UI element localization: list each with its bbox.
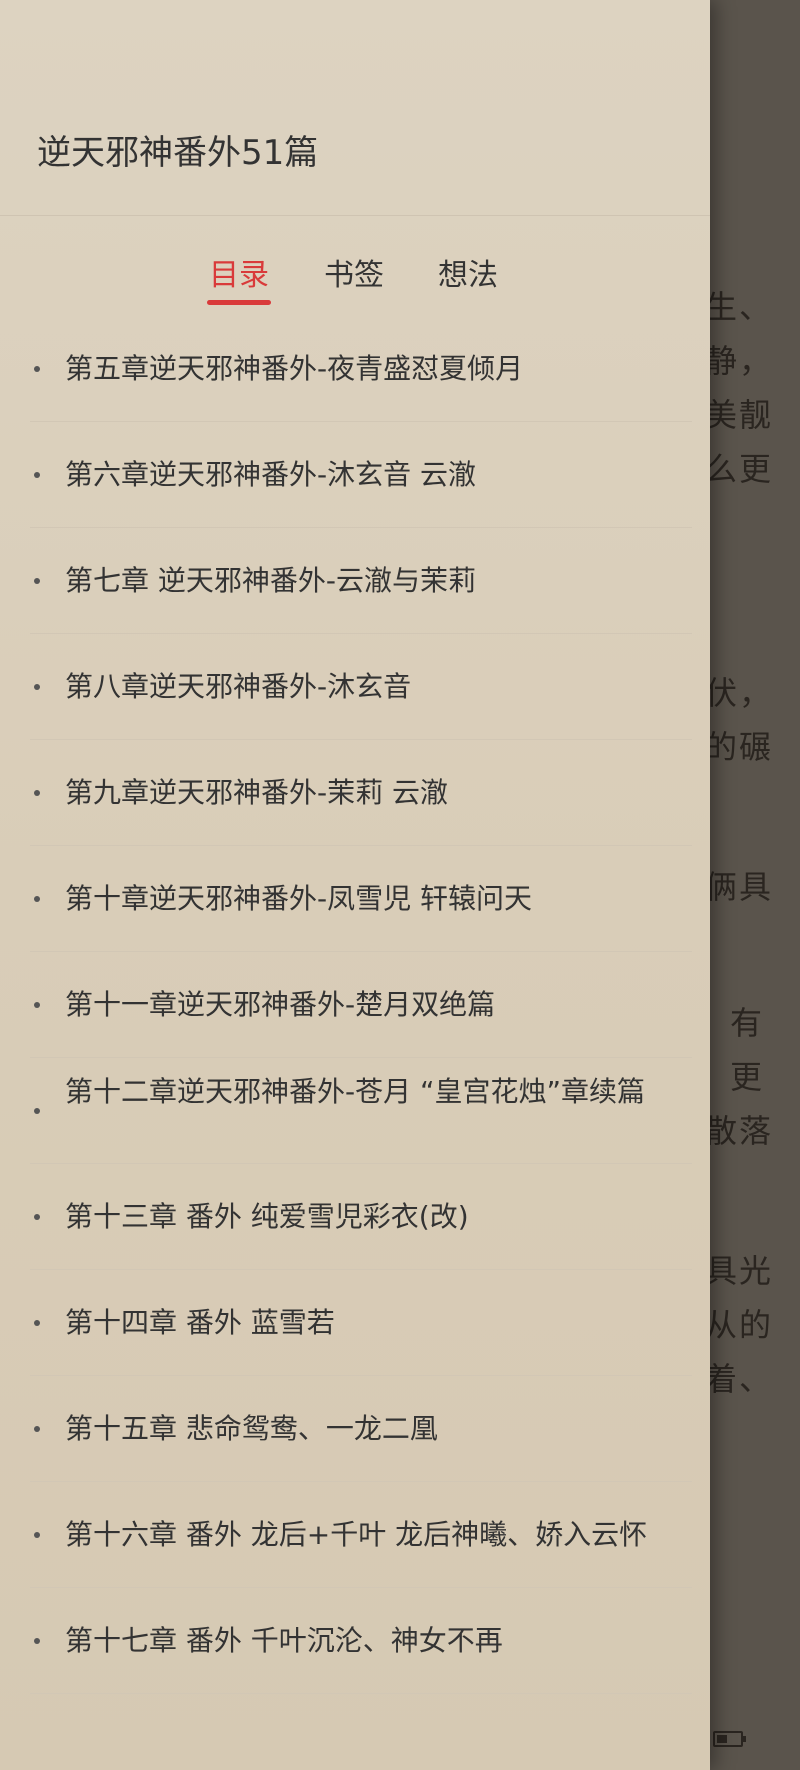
tab-bookmarks[interactable]: 书签 — [324, 250, 384, 294]
bullet-icon — [34, 790, 40, 796]
bullet-icon — [34, 1214, 40, 1220]
chapter-title: 第十章逆天邪神番外-凤雪児 轩辕问天 — [65, 882, 533, 915]
chapter-item[interactable]: 第七章 逆天邪神番外-云澈与茉莉 — [0, 528, 710, 634]
reader-text-line: 伏， — [705, 674, 774, 712]
chapter-item[interactable]: 第十六章 番外 龙后+千叶 龙后神曦、娇入云怀 — [0, 1482, 710, 1588]
chapter-title: 第五章逆天邪神番外-夜青盛怼夏倾月 — [65, 352, 524, 385]
chapter-item[interactable]: 第十四章 番外 蓝雪若 — [0, 1270, 710, 1376]
chapter-item[interactable]: 第六章逆天邪神番外-沐玄音 云澈 — [0, 422, 710, 528]
bullet-icon — [34, 1638, 40, 1644]
chapter-title: 第十五章 悲命鸳鸯、一龙二凰 — [65, 1412, 438, 1445]
reader-text-line: 美靓 — [705, 396, 774, 434]
reader-text-line: 静， — [705, 342, 774, 380]
chapter-title: 第十六章 番外 龙后+千叶 龙后神曦、娇入云怀 — [65, 1518, 648, 1551]
chapter-item[interactable]: 第九章逆天邪神番外-茉莉 云澈 — [0, 740, 710, 846]
reader-text-line: 更 — [730, 1058, 765, 1096]
reader-text-line: 散落 — [705, 1112, 774, 1150]
reader-text-line: 从的 — [705, 1306, 774, 1344]
tab-notes[interactable]: 想法 — [438, 250, 498, 294]
chapter-title: 第七章 逆天邪神番外-云澈与茉莉 — [65, 564, 477, 597]
chapter-item[interactable]: 第十二章逆天邪神番外-苍月 “皇宫花烛”章续篇 — [0, 1058, 710, 1164]
chapter-title: 第六章逆天邪神番外-沐玄音 云澈 — [65, 458, 477, 491]
bullet-icon — [34, 684, 40, 690]
reader-text-line: 生、 — [705, 288, 774, 326]
bullet-icon — [34, 1002, 40, 1008]
chapter-list: 第五章逆天邪神番外-夜青盛怼夏倾月 第六章逆天邪神番外-沐玄音 云澈 第七章 逆… — [0, 316, 710, 1694]
chapter-item[interactable]: 第十一章逆天邪神番外-楚月双绝篇 — [0, 952, 710, 1058]
chapter-title: 第十二章逆天邪神番外-苍月 “皇宫花烛”章续篇 — [65, 1075, 646, 1108]
bullet-icon — [34, 472, 40, 478]
chapter-title: 第十一章逆天邪神番外-楚月双绝篇 — [65, 988, 496, 1021]
bullet-icon — [34, 1532, 40, 1538]
book-title: 逆天邪神番外51篇 — [37, 133, 319, 173]
chapter-title: 第八章逆天邪神番外-沐玄音 — [65, 670, 412, 703]
chapter-title: 第十七章 番外 千叶沉沦、神女不再 — [65, 1624, 503, 1657]
table-of-contents-drawer: 逆天邪神番外51篇 目录 书签 想法 第五章逆天邪神番外-夜青盛怼夏倾月 第六章… — [0, 0, 710, 1770]
active-tab-indicator — [207, 300, 271, 305]
chapter-item[interactable]: 第十章逆天邪神番外-凤雪児 轩辕问天 — [0, 846, 710, 952]
chapter-title: 第十四章 番外 蓝雪若 — [65, 1306, 335, 1339]
battery-icon — [713, 1731, 746, 1747]
reader-text-line: 的碾 — [705, 728, 774, 766]
reader-text-line: 着、 — [705, 1360, 774, 1398]
reader-text-line: 具光 — [705, 1252, 774, 1290]
reader-text-line: 俩具 — [705, 868, 774, 906]
chapter-item[interactable]: 第八章逆天邪神番外-沐玄音 — [0, 634, 710, 740]
chapter-title: 第十三章 番外 纯爱雪児彩衣(改) — [65, 1200, 469, 1233]
chapter-item[interactable]: 第十五章 悲命鸳鸯、一龙二凰 — [0, 1376, 710, 1482]
divider — [0, 215, 710, 216]
bullet-icon — [34, 1426, 40, 1432]
chapter-item[interactable]: 第五章逆天邪神番外-夜青盛怼夏倾月 — [0, 316, 710, 422]
chapter-item[interactable]: 第十七章 番外 千叶沉沦、神女不再 — [0, 1588, 710, 1694]
bullet-icon — [34, 1108, 40, 1114]
reader-text-line: 有 — [730, 1004, 765, 1042]
bullet-icon — [34, 366, 40, 372]
bullet-icon — [34, 578, 40, 584]
tab-contents[interactable]: 目录 — [209, 250, 269, 294]
drawer-tabs: 目录 书签 想法 — [0, 250, 710, 310]
chapter-title: 第九章逆天邪神番外-茉莉 云澈 — [65, 776, 449, 809]
chapter-item[interactable]: 第十三章 番外 纯爱雪児彩衣(改) — [0, 1164, 710, 1270]
bullet-icon — [34, 896, 40, 902]
reader-text-line: 么更 — [705, 450, 774, 488]
bullet-icon — [34, 1320, 40, 1326]
